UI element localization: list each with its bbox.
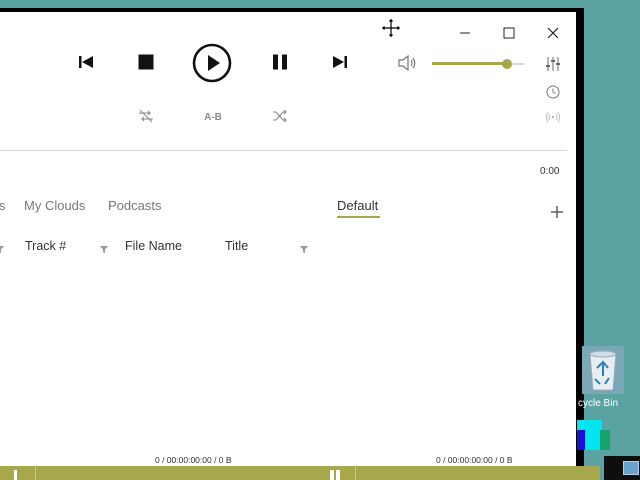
volume-knob[interactable]: [502, 59, 513, 69]
skip-forward-icon: [333, 56, 347, 68]
speaker-icon: [398, 54, 416, 72]
clock-icon: [546, 85, 560, 99]
skip-back-icon: [79, 56, 93, 68]
previous-track-button[interactable]: [74, 50, 98, 74]
next-track-button[interactable]: [328, 50, 352, 74]
taskbar-separator: [35, 466, 36, 480]
network-icon[interactable]: [623, 461, 639, 475]
active-tab-indicator: [337, 216, 380, 218]
pause-button[interactable]: [268, 50, 292, 74]
volume-slider[interactable]: [432, 56, 524, 72]
tab-podcasts[interactable]: Podcasts: [108, 198, 161, 213]
tab-partial[interactable]: s: [0, 198, 6, 213]
column-title[interactable]: Title: [225, 239, 248, 253]
move-cursor-icon: [379, 16, 403, 40]
play-button[interactable]: [191, 42, 233, 84]
stop-button[interactable]: [134, 50, 158, 74]
stop-icon: [138, 54, 154, 70]
sleep-timer-button[interactable]: [543, 82, 563, 102]
column-track-number[interactable]: Track #: [25, 239, 66, 253]
elapsed-time: 0:00: [540, 166, 560, 177]
equalizer-button[interactable]: [543, 54, 563, 74]
plus-icon: [551, 206, 563, 218]
desktop-artifact: [577, 430, 585, 450]
filter-icon[interactable]: [300, 240, 308, 258]
seek-bar[interactable]: [0, 150, 567, 151]
tab-default-playlist[interactable]: Default: [337, 198, 378, 213]
play-icon: [192, 43, 232, 83]
filter-icon[interactable]: [0, 240, 4, 258]
pause-icon: [273, 54, 287, 70]
tab-my-clouds[interactable]: My Clouds: [24, 198, 85, 213]
filter-icon[interactable]: [100, 240, 108, 258]
desktop-artifact: [600, 430, 610, 450]
minimize-button[interactable]: [450, 22, 480, 44]
shuffle-icon: [273, 109, 287, 123]
status-right: 0 / 00:00:00:00 / 0 B: [436, 455, 513, 465]
recycle-bin-label: cycle Bin: [578, 398, 619, 409]
repeat-off-icon: [139, 109, 153, 123]
recycle-bin-icon[interactable]: [582, 346, 624, 394]
close-button[interactable]: [538, 22, 568, 44]
repeat-button[interactable]: [134, 106, 158, 126]
taskbar-button[interactable]: [336, 470, 340, 480]
taskbar-separator: [355, 466, 356, 480]
broadcast-button[interactable]: [543, 108, 563, 126]
column-file-name[interactable]: File Name: [125, 239, 182, 253]
maximize-button[interactable]: [494, 22, 524, 44]
ab-repeat-button[interactable]: A-B: [198, 112, 228, 123]
volume-button[interactable]: [395, 52, 419, 74]
taskbar: [0, 466, 600, 480]
shuffle-button[interactable]: [268, 106, 292, 126]
taskbar-button[interactable]: [330, 470, 334, 480]
taskbar-button[interactable]: [14, 470, 17, 480]
equalizer-icon: [546, 57, 560, 71]
player-window: A-B 0:00 s My Clouds Podcasts Default Tr…: [0, 8, 584, 466]
add-playlist-button[interactable]: [548, 203, 566, 221]
volume-fill: [432, 62, 508, 65]
broadcast-icon: [546, 111, 560, 123]
system-tray: [604, 456, 640, 480]
status-left: 0 / 00:00:00:00 / 0 B: [155, 455, 232, 465]
